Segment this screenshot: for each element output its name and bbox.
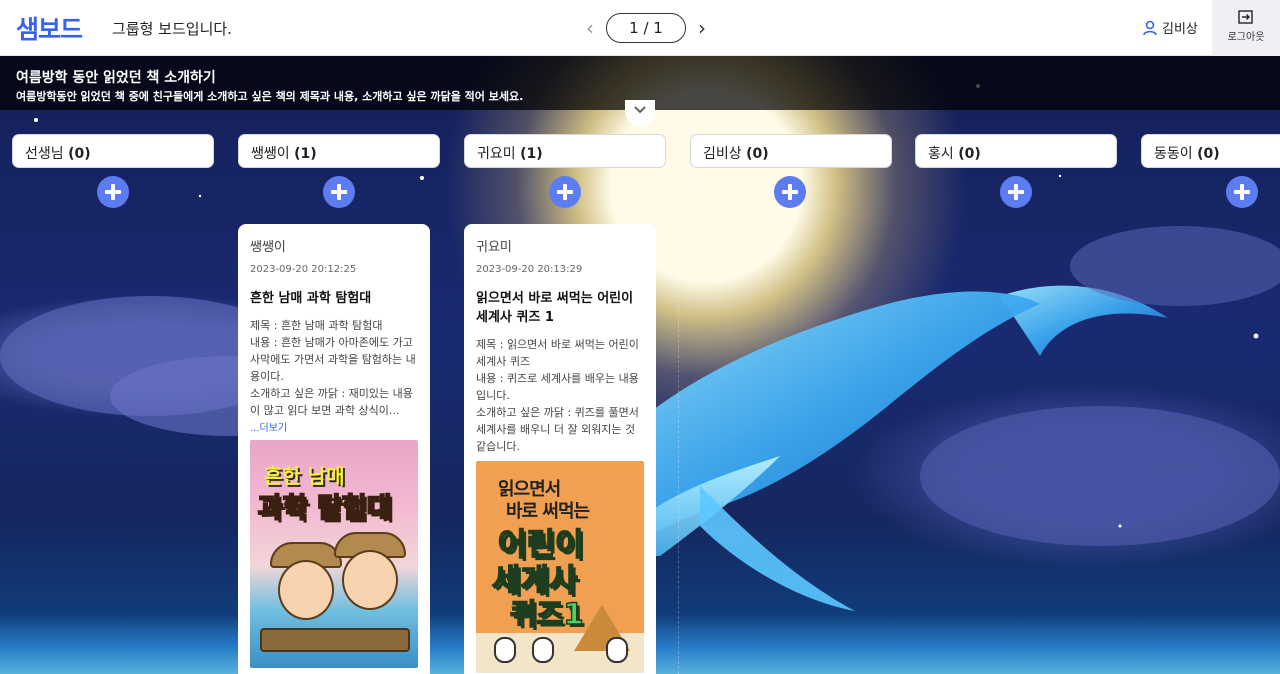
add-post-button[interactable] xyxy=(774,176,806,208)
add-post-button[interactable] xyxy=(1000,176,1032,208)
post-title: 읽으면서 바로 써먹는 어린이 세계사 퀴즈 1 xyxy=(476,291,634,325)
post-card[interactable]: 쌩쌩이 2023-09-20 20:12:25 흔한 남매 과학 탐험대 제목 … xyxy=(238,224,430,674)
column-header-6[interactable]: 동동이 (0) xyxy=(1141,134,1280,168)
board-type-label: 그룹형 보드입니다. xyxy=(112,20,232,38)
chevron-left-icon[interactable]: ‹ xyxy=(580,16,600,40)
cover-title-line-5: 퀴즈1 xyxy=(509,596,584,632)
board-description: 여름방학동안 읽었던 책 중에 친구들에게 소개하고 싶은 책의 제목과 내용,… xyxy=(16,90,524,103)
column-header-4[interactable]: 김비상 (0) xyxy=(690,134,892,168)
cover-title-line-2: 과학 탐험대 xyxy=(257,492,393,525)
logout-label: 로그아웃 xyxy=(1227,32,1265,43)
explorer-character xyxy=(342,550,398,610)
board-title-banner: 여름방학 동안 읽었던 책 소개하기 여름방학동안 읽었던 책 중에 친구들에게… xyxy=(0,56,1280,126)
column-header-3[interactable]: 귀요미 (1) xyxy=(464,134,666,168)
raft-illustration xyxy=(260,628,410,652)
top-header: 샘보드 그룹형 보드입니다. ‹ 1 / 1 › 김비상 로그아웃 xyxy=(0,0,1280,56)
logout-button[interactable]: 로그아웃 xyxy=(1212,0,1280,56)
column-header-1[interactable]: 선생님 (0) xyxy=(12,134,214,168)
column-header-2[interactable]: 쌩쌩이 (1) xyxy=(238,134,440,168)
page-navigator: ‹ 1 / 1 › xyxy=(580,13,712,43)
post-author: 귀요미 xyxy=(476,240,512,255)
cover-title-line-1: 흔한 남매 xyxy=(264,464,345,488)
page-indicator[interactable]: 1 / 1 xyxy=(606,13,686,43)
add-post-button[interactable] xyxy=(549,176,581,208)
logout-icon xyxy=(1238,10,1253,24)
add-post-button[interactable] xyxy=(1226,176,1258,208)
user-name: 김비상 xyxy=(1162,22,1198,37)
post-body: 제목 : 읽으면서 바로 써먹는 어린이 세계사 퀴즈 내용 : 퀴즈로 세계사… xyxy=(476,338,639,453)
post-title: 흔한 남매 과학 탐험대 xyxy=(250,291,372,306)
post-timestamp: 2023-09-20 20:12:25 xyxy=(250,264,357,275)
book-cover-image[interactable]: 읽으면서 바로 써먹는 어린이 세계사 퀴즈1 xyxy=(476,461,644,673)
user-icon xyxy=(1143,20,1157,35)
post-body: 제목 : 흔한 남매 과학 탐험대 내용 : 흔한 남매가 아마존에도 가고 사… xyxy=(250,319,416,417)
app-logo[interactable]: 샘보드 xyxy=(16,10,83,46)
post-timestamp: 2023-09-20 20:13:29 xyxy=(476,264,583,275)
explorer-character xyxy=(278,560,334,620)
post-author: 쌩쌩이 xyxy=(250,240,286,255)
chevron-down-icon xyxy=(634,106,646,114)
character-illustration xyxy=(532,637,554,663)
user-menu[interactable]: 김비상 xyxy=(1142,18,1198,37)
add-post-button[interactable] xyxy=(323,176,355,208)
column-divider xyxy=(678,134,679,674)
book-cover-image[interactable]: 흔한 남매 과학 탐험대 xyxy=(250,440,418,668)
chevron-right-icon[interactable]: › xyxy=(692,16,712,40)
column-header-5[interactable]: 홍시 (0) xyxy=(915,134,1117,168)
character-illustration xyxy=(494,637,516,663)
character-illustration xyxy=(606,637,628,663)
board-title: 여름방학 동안 읽었던 책 소개하기 xyxy=(16,70,216,86)
read-more-link[interactable]: ...더보기 xyxy=(250,419,418,434)
add-post-button[interactable] xyxy=(97,176,129,208)
post-card[interactable]: 귀요미 2023-09-20 20:13:29 읽으면서 바로 써먹는 어린이 … xyxy=(464,224,656,674)
